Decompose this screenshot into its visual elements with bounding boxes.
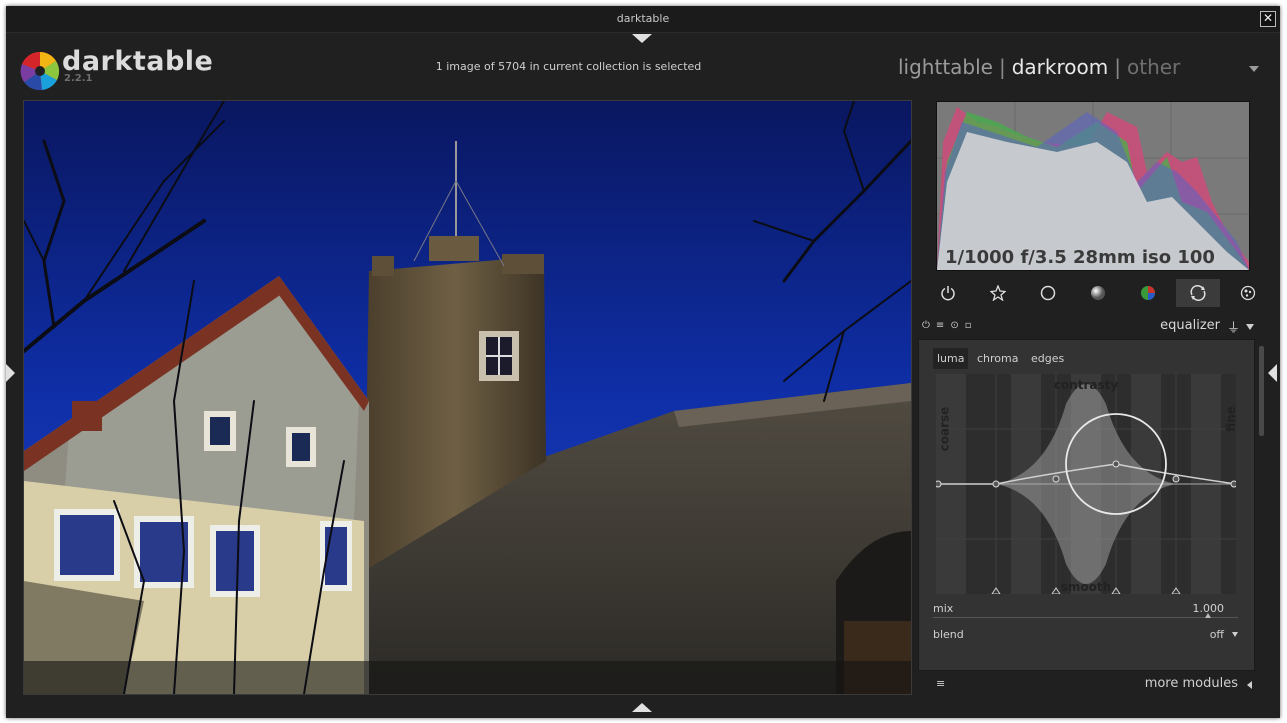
mix-slider[interactable]: mix 1.000: [933, 602, 1238, 618]
exif-info: 1/1000 f/3.5 28mm iso 100: [945, 247, 1215, 268]
graph-bottom-label: smooth: [1060, 580, 1112, 594]
group-tone-button[interactable]: [1076, 279, 1120, 307]
module-groups-bar: [926, 279, 1256, 309]
view-darkroom[interactable]: darkroom: [1012, 55, 1109, 79]
mix-slider-handle[interactable]: [1204, 613, 1211, 618]
more-modules-arrow-icon[interactable]: [1247, 681, 1252, 689]
view-separator: |: [1114, 55, 1121, 79]
module-menu-icon[interactable]: ≡: [936, 320, 950, 331]
histogram[interactable]: 1/1000 f/3.5 28mm iso 100: [936, 101, 1250, 271]
equalizer-curve-graph[interactable]: contrasty smooth coarse fine: [936, 374, 1236, 594]
blend-label: blend: [933, 628, 964, 641]
views-dropdown-icon[interactable]: [1249, 66, 1259, 72]
graph-left-label: coarse: [937, 406, 952, 452]
title-bar: darktable ✕: [6, 6, 1280, 33]
window-title: darktable: [616, 12, 670, 25]
more-modules-menu-icon[interactable]: ≡: [936, 677, 945, 690]
graph-top-label: contrasty: [1053, 378, 1119, 392]
edited-photo: [24, 101, 911, 694]
tab-edges[interactable]: edges: [1027, 348, 1068, 369]
module-reset-icon[interactable]: ⊙: [950, 320, 964, 331]
star-icon: [990, 285, 1006, 301]
module-name: equalizer: [1160, 318, 1220, 333]
tab-chroma[interactable]: chroma: [973, 348, 1023, 369]
blend-combobox[interactable]: blend off: [933, 628, 1238, 641]
top-panel-toggle-arrow[interactable]: [632, 34, 652, 43]
group-basic-button[interactable]: [1026, 279, 1070, 307]
graph-right-label: fine: [1223, 406, 1236, 432]
module-expand-icon[interactable]: [1246, 324, 1254, 330]
darktable-window: darktable ✕ darktable 2.2.1 1 image of 5…: [6, 6, 1280, 718]
right-panel-scrollbar[interactable]: [1259, 346, 1264, 436]
group-active-button[interactable]: [926, 279, 970, 307]
circle-icon: [1040, 285, 1056, 301]
module-header-icons: ⏻≡⊙▫: [922, 320, 977, 331]
module-power-icon[interactable]: ⏻: [922, 320, 936, 331]
group-color-button[interactable]: [1126, 279, 1170, 307]
left-panel-toggle-arrow[interactable]: [6, 364, 15, 382]
collection-status: 1 image of 5704 in current collection is…: [435, 60, 702, 73]
mix-label: mix: [933, 602, 954, 615]
shaded-circle-icon: [1091, 286, 1105, 300]
bottom-panel-toggle-arrow[interactable]: [632, 703, 652, 712]
histogram-plot: [937, 102, 1249, 270]
more-modules-label[interactable]: more modules: [1145, 676, 1238, 691]
blend-dropdown-icon[interactable]: [1232, 632, 1238, 637]
equalizer-curve: [936, 374, 1236, 594]
color-circle-icon: [1141, 286, 1155, 300]
group-favorites-button[interactable]: [976, 279, 1020, 307]
blend-value: off: [1209, 628, 1224, 641]
equalizer-tabs: luma chroma edges: [933, 348, 1069, 369]
group-effect-button[interactable]: [1226, 279, 1270, 307]
module-multi-instance-icon[interactable]: ⏚: [1227, 317, 1240, 336]
more-modules-bar[interactable]: ≡ more modules: [918, 674, 1260, 696]
view-other[interactable]: other: [1127, 55, 1180, 79]
mix-slider-track[interactable]: [933, 617, 1238, 618]
view-switcher: lighttable | darkroom | other: [898, 55, 1180, 79]
center-image-view[interactable]: [23, 100, 912, 695]
module-header: ⏻≡⊙▫ equalizer ⏚: [920, 317, 1260, 337]
effect-icon: [1240, 285, 1256, 301]
equalizer-module-panel: luma chroma edges contrasty smooth coars…: [918, 339, 1255, 671]
right-panel-toggle-arrow[interactable]: [1268, 364, 1277, 382]
darktable-logo-icon: [20, 51, 60, 91]
group-correct-button[interactable]: [1176, 279, 1220, 307]
power-icon: [941, 286, 955, 301]
view-separator: |: [998, 55, 1006, 79]
tab-luma[interactable]: luma: [933, 348, 969, 369]
correct-icon: [1190, 285, 1206, 301]
view-lighttable[interactable]: lighttable: [898, 55, 993, 79]
module-presets-icon[interactable]: ▫: [965, 320, 978, 331]
close-button[interactable]: ✕: [1260, 11, 1276, 27]
version-label: 2.2.1: [64, 73, 93, 84]
